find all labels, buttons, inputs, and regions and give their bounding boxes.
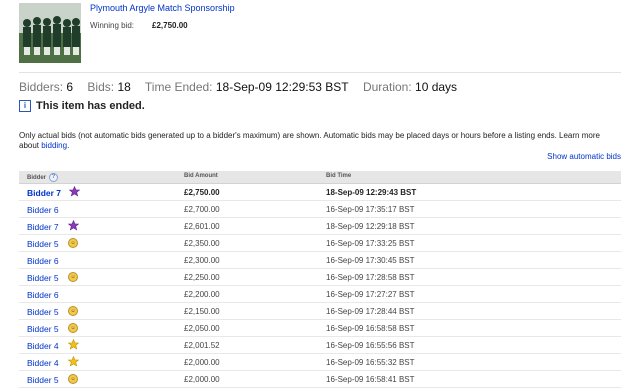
table-row: Bidder 5 ☺ £2,050.00 16-Sep-09 16:58:58 BST xyxy=(19,320,621,337)
bid-time: 16-Sep-09 17:30:45 BST xyxy=(326,256,415,265)
purple-star-icon[interactable] xyxy=(68,220,79,231)
show-automatic-bids-link[interactable]: Show automatic bids xyxy=(547,152,621,161)
item-thumbnail[interactable] xyxy=(19,3,81,63)
bid-amount: £2,350.00 xyxy=(184,239,220,248)
bidder-link[interactable]: Bidder 5 xyxy=(27,375,59,385)
bid-history-note: Only actual bids (not automatic bids gen… xyxy=(19,131,621,151)
bid-amount: £2,050.00 xyxy=(184,324,220,333)
auction-stats: Bidders: 6 Bids: 18 Time Ended: 18-Sep-0… xyxy=(19,80,468,94)
bids-label: Bids: xyxy=(87,80,115,94)
bid-amount: £2,001.52 xyxy=(184,341,220,350)
bidder-link[interactable]: Bidder 5 xyxy=(27,239,59,249)
item-title-link[interactable]: Plymouth Argyle Match Sponsorship xyxy=(90,3,235,13)
bid-time: 16-Sep-09 17:28:58 BST xyxy=(326,273,415,282)
bidder-link[interactable]: Bidder 5 xyxy=(27,324,59,334)
bid-amount: £2,300.00 xyxy=(184,256,220,265)
bidder-link[interactable]: Bidder 4 xyxy=(27,358,59,368)
bid-history-table: Bidder? Bid Amount Bid Time Bidder 7 £2,7… xyxy=(19,171,621,388)
feedback-icon[interactable]: ☺ xyxy=(68,306,78,316)
bid-time: 18-Sep-09 12:29:18 BST xyxy=(326,222,415,231)
bidder-header-label: Bidder xyxy=(27,175,47,182)
bid-amount: £2,750.00 xyxy=(184,188,220,197)
purple-star-icon[interactable] xyxy=(69,186,80,197)
table-row: Bidder 5 ☺ £2,250.00 16-Sep-09 17:28:58 BST xyxy=(19,269,621,286)
bids-value: 18 xyxy=(117,80,131,94)
bid-time: 16-Sep-09 16:55:32 BST xyxy=(326,358,415,367)
winning-bid-value: £2,750.00 xyxy=(152,21,188,30)
bidder-link[interactable]: Bidder 7 xyxy=(27,188,61,198)
duration-label: Duration: xyxy=(362,80,412,94)
bidders-label: Bidders: xyxy=(19,80,64,94)
bid-time: 18-Sep-09 12:29:43 BST xyxy=(326,188,417,197)
time-ended-label: Time Ended: xyxy=(144,80,213,94)
table-header: Bidder? Bid Amount Bid Time xyxy=(19,171,621,184)
bid-time-column-header: Bid Time xyxy=(326,173,352,179)
bid-amount: £2,200.00 xyxy=(184,290,220,299)
bidder-link[interactable]: Bidder 5 xyxy=(27,307,59,317)
bid-time: 16-Sep-09 16:55:56 BST xyxy=(326,341,415,350)
winning-bid-label: Winning bid: xyxy=(90,21,135,30)
item-ended-text: This item has ended. xyxy=(36,100,145,112)
feedback-icon[interactable]: ☺ xyxy=(68,238,78,248)
bid-amount: £2,150.00 xyxy=(184,307,220,316)
info-icon: i xyxy=(19,100,31,112)
bid-time: 16-Sep-09 16:58:58 BST xyxy=(326,324,415,333)
table-row: Bidder 6 £2,300.00 16-Sep-09 17:30:45 BST xyxy=(19,252,621,269)
help-icon[interactable]: ? xyxy=(49,173,59,182)
bidding-link[interactable]: bidding xyxy=(41,141,67,150)
team-photo-image xyxy=(19,3,81,63)
duration-value: 10 days xyxy=(415,80,458,94)
table-row: Bidder 7 £2,750.00 18-Sep-09 12:29:43 BST xyxy=(19,184,621,201)
bid-time: 16-Sep-09 17:35:17 BST xyxy=(326,205,415,214)
bid-amount: £2,000.00 xyxy=(184,358,220,367)
table-body: Bidder 7 £2,750.00 18-Sep-09 12:29:43 BST B… xyxy=(19,184,621,388)
table-row: Bidder 4 £2,000.00 16-Sep-09 16:55:32 BST xyxy=(19,354,621,371)
bid-time: 16-Sep-09 17:27:27 BST xyxy=(326,290,415,299)
bidder-link[interactable]: Bidder 4 xyxy=(27,341,59,351)
bid-time: 16-Sep-09 17:28:44 BST xyxy=(326,307,415,316)
table-row: Bidder 6 £2,200.00 16-Sep-09 17:27:27 BST xyxy=(19,286,621,303)
bid-time: 16-Sep-09 17:33:25 BST xyxy=(326,239,415,248)
table-row: Bidder 7 £2,601.00 18-Sep-09 12:29:18 BST xyxy=(19,218,621,235)
note-suffix: . xyxy=(67,141,70,150)
feedback-icon[interactable]: ☺ xyxy=(68,272,78,282)
feedback-icon[interactable]: ☺ xyxy=(68,374,78,384)
table-row: Bidder 5 ☺ £2,350.00 16-Sep-09 17:33:25 BST xyxy=(19,235,621,252)
table-row: Bidder 5 ☺ £2,150.00 16-Sep-09 17:28:44 BST xyxy=(19,303,621,320)
item-ended-notice: i This item has ended. xyxy=(19,100,145,112)
bidder-link[interactable]: Bidder 5 xyxy=(27,273,59,283)
table-row: Bidder 6 £2,700.00 16-Sep-09 17:35:17 BST xyxy=(19,201,621,218)
table-row: Bidder 4 £2,001.52 16-Sep-09 16:55:56 BST xyxy=(19,337,621,354)
bid-amount-column-header: Bid Amount xyxy=(184,173,218,179)
yellow-star-icon[interactable] xyxy=(68,356,79,367)
feedback-icon[interactable]: ☺ xyxy=(68,323,78,333)
bid-amount: £2,700.00 xyxy=(184,205,220,214)
bid-amount: £2,601.00 xyxy=(184,222,220,231)
note-text: Only actual bids (not automatic bids gen… xyxy=(19,131,600,150)
bidder-link[interactable]: Bidder 6 xyxy=(27,256,59,266)
bidder-link[interactable]: Bidder 7 xyxy=(27,222,59,232)
bidder-link[interactable]: Bidder 6 xyxy=(27,290,59,300)
divider xyxy=(19,72,621,73)
time-ended-value: 18-Sep-09 12:29:53 BST xyxy=(215,80,349,94)
bidders-value: 6 xyxy=(66,80,74,94)
bidder-link[interactable]: Bidder 6 xyxy=(27,205,59,215)
bid-amount: £2,250.00 xyxy=(184,273,220,282)
bidder-column-header: Bidder? xyxy=(27,173,59,182)
yellow-star-icon[interactable] xyxy=(68,339,79,350)
